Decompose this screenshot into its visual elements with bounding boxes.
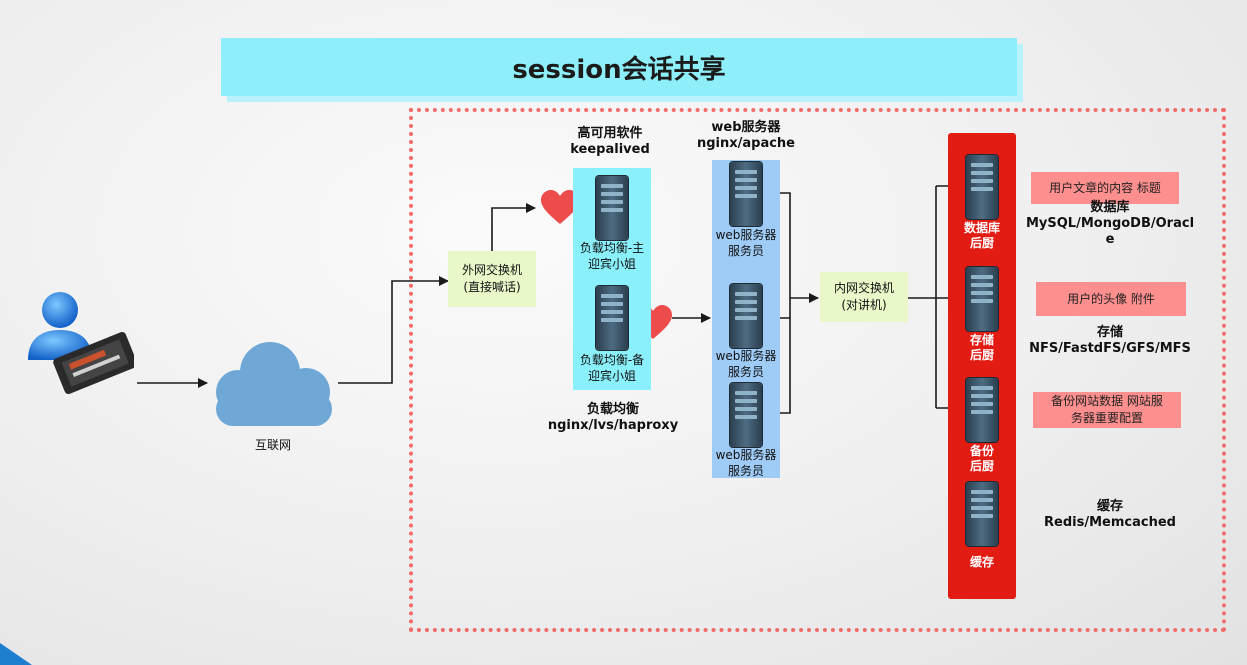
server-icon <box>966 482 998 546</box>
server-icon <box>730 284 762 348</box>
lb-caption-software: nginx/lvs/haproxy <box>547 418 679 433</box>
web-server-title: web服务器 <box>715 448 777 462</box>
web-server-role: 服务员 <box>727 365 764 379</box>
web-server-title: web服务器 <box>715 349 777 363</box>
lb-primary-title: 负载均衡-主 <box>579 241 645 255</box>
lb-primary-role: 迎宾小姐 <box>587 257 636 271</box>
cloud-icon <box>216 342 332 426</box>
server-icon <box>730 162 762 226</box>
web-server-label: web服务器 服务员 <box>708 447 784 479</box>
internet-label: 互联网 <box>254 438 291 452</box>
server-icon <box>730 383 762 447</box>
inner-switch: 内网交换机 (对讲机) <box>820 272 908 322</box>
storage-software: NFS/FastdFS/GFS/MFS <box>1029 341 1191 356</box>
ha-software-title: 高可用软件 <box>577 126 643 141</box>
lb-primary-label: 负载均衡-主 迎宾小姐 <box>573 240 651 272</box>
lb-backup-label: 负载均衡-备 迎宾小姐 <box>573 352 651 384</box>
backend-title: 缓存 <box>969 555 994 569</box>
web-header-title: web服务器 <box>711 120 781 135</box>
cache-software: Redis/Memcached <box>1044 515 1176 530</box>
backend-role: 后厨 <box>969 348 994 362</box>
server-icon <box>966 378 998 442</box>
lb-caption: 负载均衡 nginx/lvs/haproxy <box>538 402 688 434</box>
server-icon <box>966 155 998 219</box>
cache-tech-label: 缓存 Redis/Memcached <box>1020 499 1200 531</box>
cache-title: 缓存 <box>1096 499 1123 514</box>
web-server-role: 服务员 <box>727 244 764 258</box>
outer-switch-label: 外网交换机 <box>461 263 522 277</box>
backend-title: 存储 <box>969 333 994 347</box>
database-software: MySQL/MongoDB/Oracl <box>1025 216 1195 231</box>
web-server-label: web服务器 服务员 <box>708 227 784 259</box>
ha-software-name: keepalived <box>570 142 650 157</box>
storage-tech-label: 存储 NFS/FastdFS/GFS/MFS <box>1020 325 1200 357</box>
outer-switch: 外网交换机 (直接喊话) <box>448 251 536 307</box>
user-computer-icon <box>28 292 134 395</box>
lb-backup-title: 负载均衡-备 <box>579 353 645 367</box>
server-icon <box>596 286 628 350</box>
server-icon <box>596 176 628 240</box>
database-title: 数据库 <box>1090 200 1130 215</box>
note-text: 用户文章的内容 标题 <box>1049 180 1161 195</box>
backend-title: 备份 <box>969 444 994 458</box>
backend-role: 后厨 <box>969 236 994 250</box>
switch-to-lb-arrow <box>491 203 536 251</box>
ha-software-label: 高可用软件 keepalived <box>550 126 670 158</box>
server-icon <box>966 267 998 331</box>
corner-accent <box>0 643 32 665</box>
note-storage-content: 用户的头像 附件 <box>1036 282 1186 316</box>
backend-role: 后厨 <box>969 459 994 473</box>
note-text: 务器重要配置 <box>1070 411 1143 425</box>
backend-cache-label: 缓存 <box>948 555 1016 570</box>
database-software-wrap: e <box>1105 232 1115 247</box>
backend-backup-label: 备份 后厨 <box>948 444 1016 474</box>
backend-title: 数据库 <box>963 221 1000 235</box>
web-server-role: 服务员 <box>727 464 764 478</box>
internet-to-switch-arrow <box>338 276 449 384</box>
note-text: 用户的头像 附件 <box>1067 291 1155 306</box>
web-header: web服务器 nginx/apache <box>686 120 806 152</box>
outer-switch-sublabel: (直接喊话) <box>463 280 521 294</box>
lb-backup-role: 迎宾小姐 <box>587 369 636 383</box>
web-server-title: web服务器 <box>715 228 777 242</box>
storage-title: 存储 <box>1096 325 1123 340</box>
backend-storage-label: 存储 后厨 <box>948 333 1016 363</box>
lb-caption-title: 负载均衡 <box>586 402 639 417</box>
web-server-label: web服务器 服务员 <box>708 348 784 380</box>
web-header-software: nginx/apache <box>696 136 796 151</box>
note-backup-content: 备份网站数据 网站服 务器重要配置 <box>1033 392 1181 428</box>
inner-switch-label: 内网交换机 <box>833 281 894 295</box>
database-tech-label: 数据库 MySQL/MongoDB/Oracl e <box>1020 200 1200 248</box>
backend-database-label: 数据库 后厨 <box>948 221 1016 251</box>
inner-switch-sublabel: (对讲机) <box>841 298 887 312</box>
note-text: 备份网站数据 网站服 <box>1051 394 1163 408</box>
